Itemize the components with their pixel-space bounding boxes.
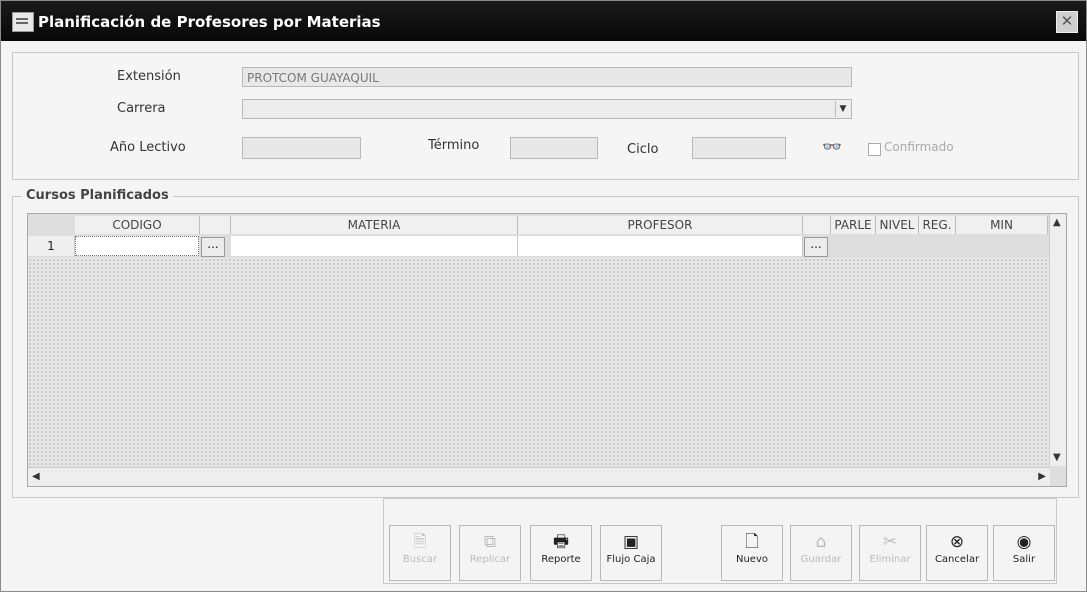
column-header-nivel[interactable]: NIVEL <box>876 216 919 234</box>
column-header-codigo[interactable]: CODIGO <box>75 216 200 234</box>
table-background <box>28 258 1066 466</box>
confirmado-checkbox[interactable] <box>868 143 881 156</box>
extension-field: PROTCOM GUAYAQUIL <box>242 67 852 87</box>
scroll-right-icon[interactable]: ▶ <box>1038 471 1046 482</box>
vertical-scrollbar[interactable]: ▲ ▼ <box>1049 214 1066 466</box>
column-header-min[interactable]: MIN <box>956 216 1048 234</box>
guardar-button[interactable]: ⌂ Guardar <box>790 525 852 581</box>
codigo-cell[interactable] <box>75 236 199 256</box>
reporte-button[interactable]: 🖶 Reporte <box>530 525 592 581</box>
profesor-cell[interactable] <box>518 236 803 256</box>
anio-lectivo-label: Año Lectivo <box>110 140 186 155</box>
salir-button[interactable]: ◉ Salir <box>993 525 1055 581</box>
cursos-group-title: Cursos Planificados <box>22 188 173 203</box>
title-bar: Planificación de Profesores por Materias… <box>1 1 1086 41</box>
scroll-left-icon[interactable]: ◀ <box>32 471 40 482</box>
printer-icon: 🖶 <box>552 532 570 552</box>
codigo-lookup-button[interactable]: ... <box>201 237 225 257</box>
ciclo-label: Ciclo <box>627 142 659 157</box>
column-header-reg[interactable]: REG. <box>919 216 956 234</box>
column-header-materia[interactable]: MATERIA <box>231 216 518 234</box>
column-header-parle[interactable]: PARLE <box>831 216 876 234</box>
cancelar-button[interactable]: ⊗ Cancelar <box>926 525 988 581</box>
close-button[interactable]: ✕ <box>1056 11 1078 33</box>
replicar-button[interactable]: ⧉ Replicar <box>459 525 521 581</box>
cash-flow-icon: ▣ <box>622 532 640 552</box>
cancel-icon: ⊗ <box>949 532 965 552</box>
replicate-icon: ⧉ <box>483 532 497 552</box>
profesor-lookup-button[interactable]: ... <box>804 237 828 257</box>
cursos-table: CODIGO MATERIA PROFESOR PARLE NIVEL REG.… <box>27 213 1067 487</box>
column-header-profesor[interactable]: PROFESOR <box>518 216 803 234</box>
delete-icon: ✂ <box>882 532 898 552</box>
column-header-spacer-2 <box>803 216 831 234</box>
window-icon <box>12 12 34 32</box>
exit-icon: ◉ <box>1016 532 1032 552</box>
eliminar-button[interactable]: ✂ Eliminar <box>859 525 921 581</box>
flujo-caja-button[interactable]: ▣ Flujo Caja <box>600 525 662 581</box>
extension-label: Extensión <box>117 69 181 84</box>
materia-cell[interactable] <box>231 236 518 256</box>
anio-lectivo-field[interactable] <box>242 137 361 159</box>
buscar-button[interactable]: 🗎 Buscar <box>389 525 451 581</box>
termino-field[interactable] <box>510 137 598 159</box>
carrera-select[interactable]: ▼ <box>242 99 852 119</box>
horizontal-scrollbar[interactable]: ◀ ▶ <box>28 467 1050 486</box>
search-icon: 🗎 <box>413 532 427 552</box>
row-number: 1 <box>28 236 75 256</box>
chevron-down-icon[interactable]: ▼ <box>835 101 850 117</box>
binoculars-icon[interactable]: 👓 <box>822 137 842 156</box>
scroll-down-icon[interactable]: ▼ <box>1053 452 1061 463</box>
column-header-spacer <box>200 216 231 234</box>
scroll-up-icon[interactable]: ▲ <box>1053 217 1061 228</box>
termino-label: Término <box>428 138 480 153</box>
nuevo-button[interactable]: 🗋 Nuevo <box>721 525 783 581</box>
new-document-icon: 🗋 <box>745 532 759 552</box>
ciclo-field[interactable] <box>692 137 786 159</box>
window-title: Planificación de Profesores por Materias <box>38 13 381 31</box>
confirmado-label: Confirmado <box>884 140 954 154</box>
save-icon: ⌂ <box>815 532 827 552</box>
carrera-label: Carrera <box>117 101 166 116</box>
